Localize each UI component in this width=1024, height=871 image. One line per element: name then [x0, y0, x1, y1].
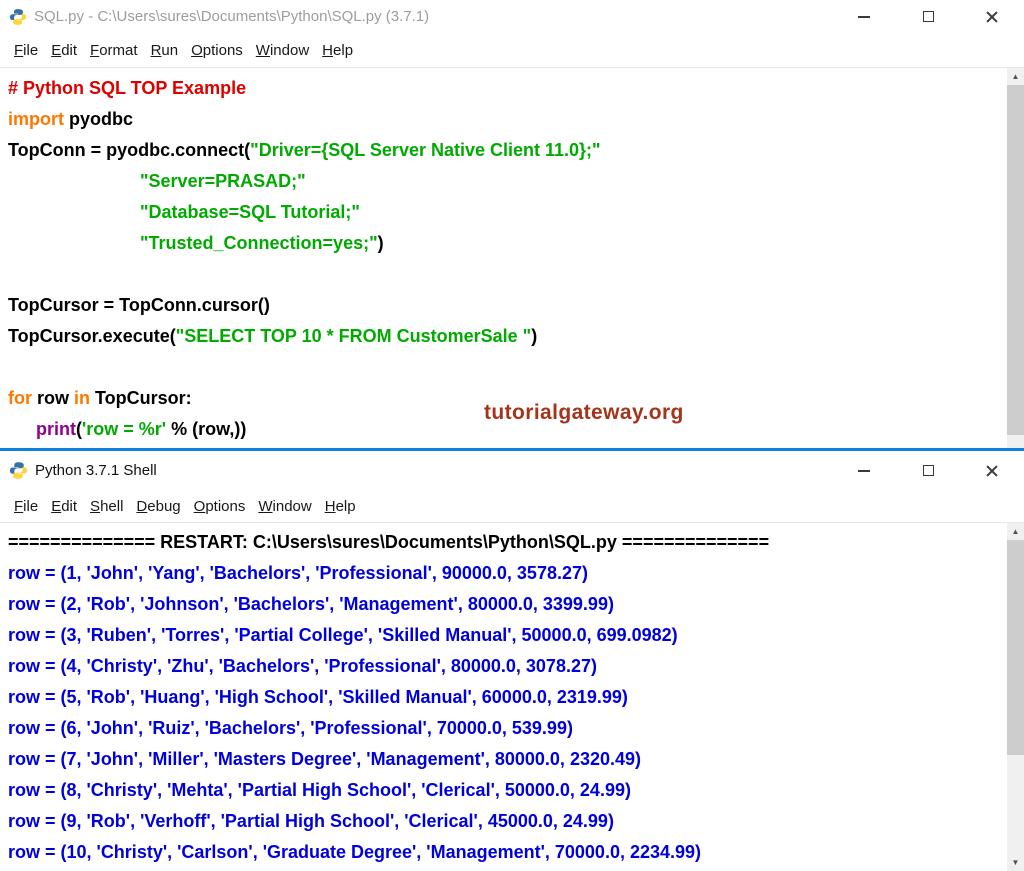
python-logo-icon: [9, 461, 28, 480]
editor-menubar: FileEditFormatRunOptionsWindowHelp: [0, 33, 1024, 68]
shell-window-title: Python 3.7.1 Shell: [35, 462, 157, 479]
close-button[interactable]: [960, 451, 1024, 490]
output-line: row = (4, 'Christy', 'Zhu', 'Bachelors',…: [8, 651, 1004, 682]
code-line: TopCursor.execute("SELECT TOP 10 * FROM …: [8, 321, 1004, 352]
shell-scrollbar-thumb[interactable]: [1007, 540, 1024, 755]
minimize-icon: [858, 16, 870, 18]
output-line: row = (6, 'John', 'Ruiz', 'Bachelors', '…: [8, 713, 1004, 744]
output-line: row = (9, 'Rob', 'Verhoff', 'Partial Hig…: [8, 806, 1004, 837]
output-line: row = (3, 'Ruben', 'Torres', 'Partial Co…: [8, 620, 1004, 651]
code-line: "Trusted_Connection=yes;"): [8, 228, 1004, 259]
output-line: row = (1, 'John', 'Yang', 'Bachelors', '…: [8, 558, 1004, 589]
editor-window-controls: [832, 0, 1024, 33]
minimize-button[interactable]: [832, 451, 896, 490]
scroll-down-icon[interactable]: ▼: [1007, 854, 1024, 871]
editor-window: SQL.py - C:\Users\sures\Documents\Python…: [0, 0, 1024, 448]
menu-options[interactable]: Options: [186, 40, 248, 61]
minimize-icon: [858, 470, 870, 472]
menu-options[interactable]: Options: [189, 496, 251, 517]
menu-run[interactable]: Run: [146, 40, 184, 61]
code-line: # Python SQL TOP Example: [8, 73, 1004, 104]
output-line: row = (7, 'John', 'Miller', 'Masters Deg…: [8, 744, 1004, 775]
scroll-up-icon[interactable]: ▲: [1007, 523, 1024, 540]
menu-help[interactable]: Help: [320, 496, 361, 517]
maximize-icon: [923, 465, 934, 476]
python-logo-icon: [9, 8, 27, 26]
shell-output-area[interactable]: ============== RESTART: C:\Users\sures\D…: [0, 523, 1024, 871]
shell-titlebar[interactable]: Python 3.7.1 Shell: [0, 451, 1024, 490]
editor-code-lines: # Python SQL TOP Exampleimport pyodbcTop…: [8, 73, 1004, 445]
minimize-button[interactable]: [832, 0, 896, 33]
scroll-up-icon[interactable]: ▲: [1007, 68, 1024, 85]
shell-output-lines: ============== RESTART: C:\Users\sures\D…: [8, 527, 1004, 868]
output-line: row = (2, 'Rob', 'Johnson', 'Bachelors',…: [8, 589, 1004, 620]
maximize-button[interactable]: [896, 0, 960, 33]
code-line: import pyodbc: [8, 104, 1004, 135]
shell-window-controls: [832, 451, 1024, 490]
shell-menubar: FileEditShellDebugOptionsWindowHelp: [0, 490, 1024, 523]
menu-window[interactable]: Window: [253, 496, 316, 517]
code-line: "Database=SQL Tutorial;": [8, 197, 1004, 228]
menu-window[interactable]: Window: [251, 40, 314, 61]
maximize-button[interactable]: [896, 451, 960, 490]
maximize-icon: [923, 11, 934, 22]
editor-code-area[interactable]: # Python SQL TOP Exampleimport pyodbcTop…: [0, 68, 1024, 448]
output-line: row = (5, 'Rob', 'Huang', 'High School',…: [8, 682, 1004, 713]
output-line: row = (8, 'Christy', 'Mehta', 'Partial H…: [8, 775, 1004, 806]
menu-file[interactable]: File: [9, 40, 43, 61]
menu-edit[interactable]: Edit: [46, 40, 82, 61]
menu-edit[interactable]: Edit: [46, 496, 82, 517]
output-line: row = (10, 'Christy', 'Carlson', 'Gradua…: [8, 837, 1004, 868]
output-line: ============== RESTART: C:\Users\sures\D…: [8, 527, 1004, 558]
menu-help[interactable]: Help: [317, 40, 358, 61]
code-line: [8, 352, 1004, 383]
menu-format[interactable]: Format: [85, 40, 143, 61]
editor-scrollbar[interactable]: ▲: [1007, 68, 1024, 448]
close-button[interactable]: [960, 0, 1024, 33]
shell-window: Python 3.7.1 Shell FileEditShellDebugOpt…: [0, 448, 1024, 871]
code-line: TopCursor = TopConn.cursor(): [8, 290, 1004, 321]
menu-debug[interactable]: Debug: [131, 496, 185, 517]
close-icon: [985, 464, 999, 478]
close-icon: [985, 10, 999, 24]
code-line: "Server=PRASAD;": [8, 166, 1004, 197]
menu-file[interactable]: File: [9, 496, 43, 517]
editor-window-title: SQL.py - C:\Users\sures\Documents\Python…: [34, 8, 429, 25]
code-line: TopConn = pyodbc.connect("Driver={SQL Se…: [8, 135, 1004, 166]
editor-scrollbar-thumb[interactable]: [1007, 85, 1024, 435]
code-line: [8, 259, 1004, 290]
watermark-text: tutorialgateway.org: [484, 401, 684, 425]
editor-titlebar[interactable]: SQL.py - C:\Users\sures\Documents\Python…: [0, 0, 1024, 33]
menu-shell[interactable]: Shell: [85, 496, 128, 517]
shell-scrollbar[interactable]: ▲ ▼: [1007, 523, 1024, 871]
